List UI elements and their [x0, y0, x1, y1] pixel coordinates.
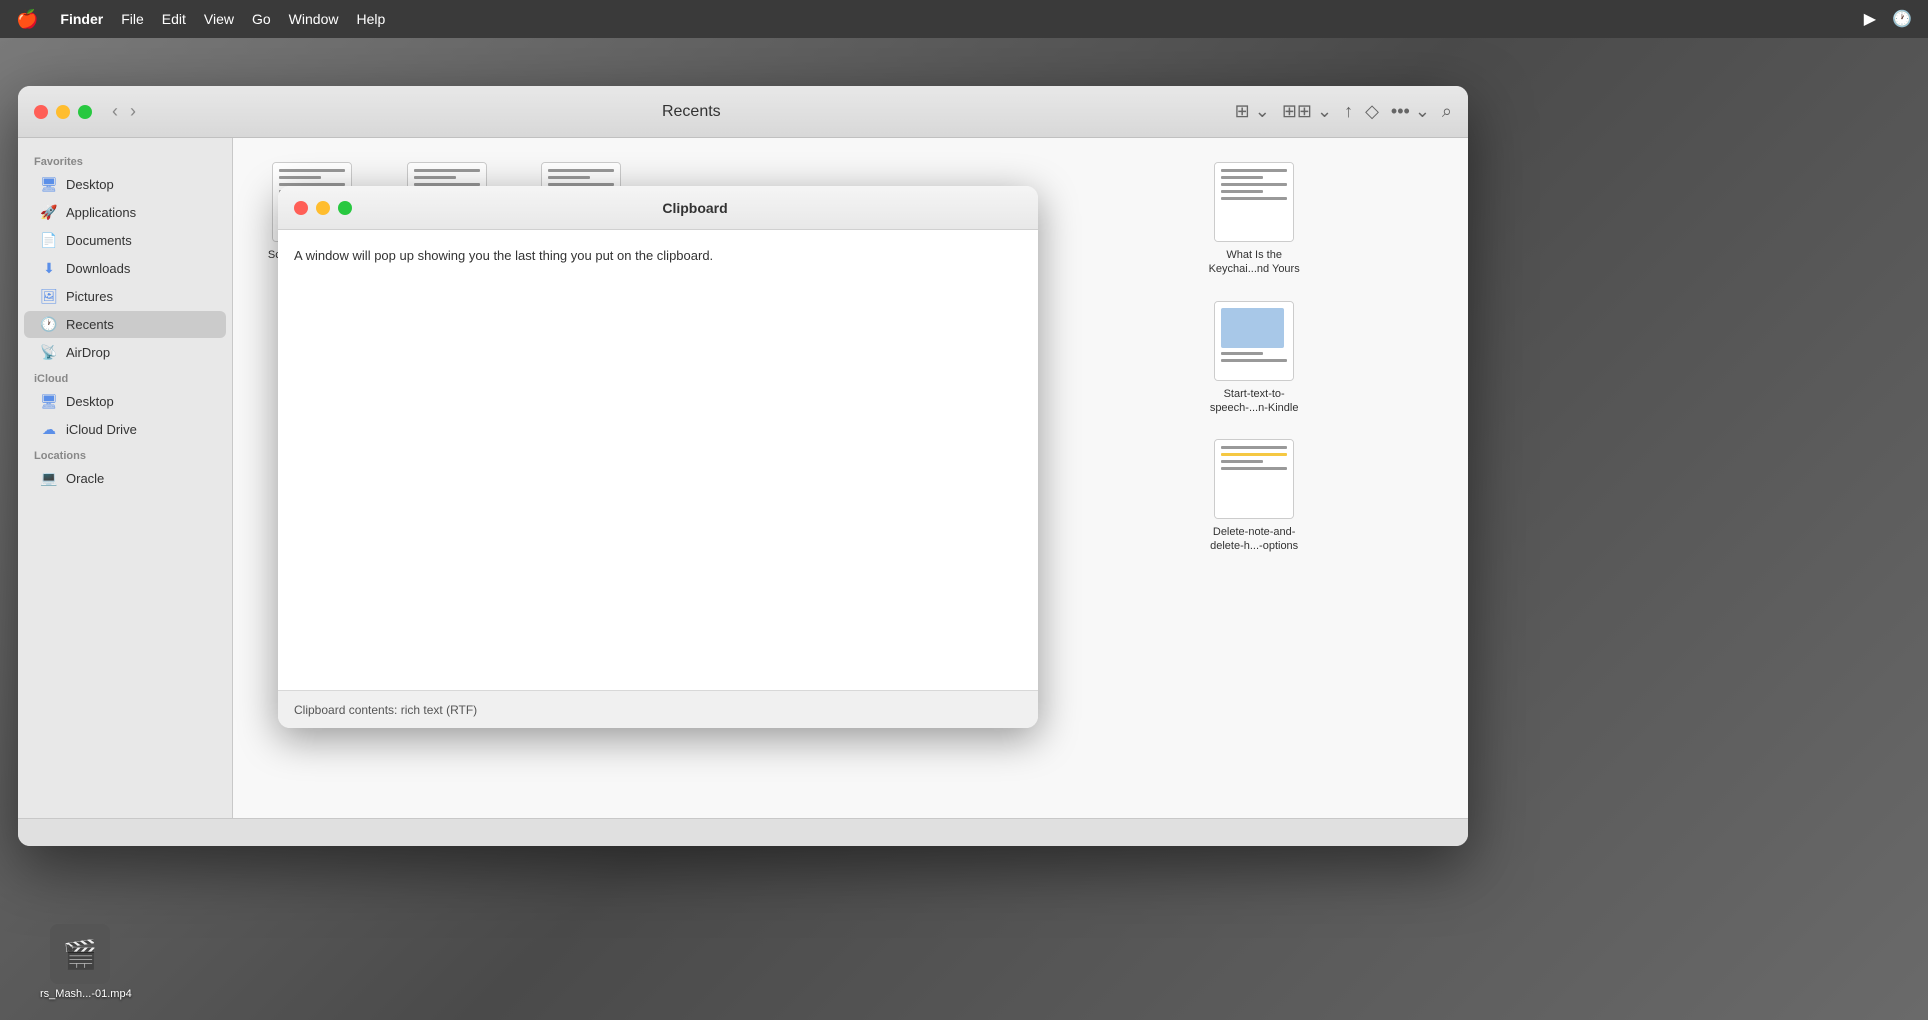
- sidebar-label-recents: Recents: [66, 317, 114, 332]
- menu-help[interactable]: Help: [356, 11, 385, 27]
- file-thumbnail: [1214, 439, 1294, 519]
- file-thumbnail: [1214, 301, 1294, 381]
- sidebar-item-applications[interactable]: 🚀 Applications: [24, 199, 226, 226]
- airdrop-icon: 📡: [40, 344, 58, 361]
- sidebar-item-icloud-drive[interactable]: ☁ iCloud Drive: [24, 416, 226, 443]
- sidebar-label-icloud-drive: iCloud Drive: [66, 422, 137, 437]
- icloud-drive-icon: ☁: [40, 421, 58, 438]
- finder-nav: ‹ ›: [108, 101, 140, 122]
- menu-view[interactable]: View: [204, 11, 234, 27]
- desktop-icon: 🖥: [40, 176, 58, 193]
- menu-finder[interactable]: Finder: [60, 11, 103, 27]
- clipboard-close-button[interactable]: [294, 201, 308, 215]
- finder-toolbar-right: ⊞ ⌄ ⊞⊞ ⌄ ↑ ◇ ••• ⌄ ⌕: [1235, 101, 1452, 122]
- applications-icon: 🚀: [40, 204, 58, 221]
- sidebar-label-oracle: Oracle: [66, 471, 104, 486]
- icloud-desktop-icon: 🖥: [40, 393, 58, 410]
- sidebar-item-pictures[interactable]: 🖼 Pictures: [24, 283, 226, 310]
- clipboard-contents-text: Clipboard contents: rich text (RTF): [294, 703, 477, 717]
- downloads-icon: ⬇: [40, 260, 58, 277]
- back-button[interactable]: ‹: [108, 101, 122, 122]
- finder-title: Recents: [148, 103, 1235, 121]
- menu-go[interactable]: Go: [252, 11, 271, 27]
- favorites-section-title: Favorites: [18, 150, 232, 170]
- search-icon[interactable]: ⌕: [1442, 101, 1452, 122]
- menu-bar: 🍎 Finder File Edit View Go Window Help ▶…: [0, 0, 1928, 38]
- sidebar-item-downloads[interactable]: ⬇ Downloads: [24, 255, 226, 282]
- minimize-button[interactable]: [56, 105, 70, 119]
- clipboard-window-controls: [294, 201, 352, 215]
- sidebar-item-recents[interactable]: 🕐 Recents: [24, 311, 226, 338]
- file-name: Delete-note-and- delete-h...-options: [1204, 525, 1304, 554]
- view-group-icon[interactable]: ⊞⊞ ⌄: [1282, 101, 1332, 122]
- play-icon[interactable]: ▶: [1864, 9, 1876, 29]
- more-options-icon[interactable]: ••• ⌄: [1391, 101, 1430, 122]
- file-item[interactable]: Start-text-to- speech-...n-Kindle: [1191, 293, 1318, 424]
- view-grid-icon[interactable]: ⊞ ⌄: [1235, 101, 1270, 122]
- clipboard-minimize-button[interactable]: [316, 201, 330, 215]
- sidebar-item-airdrop[interactable]: 📡 AirDrop: [24, 339, 226, 366]
- menu-bar-right: ▶ 🕐: [1864, 9, 1912, 29]
- desktop-file-item[interactable]: 🎬 rs_Mash...-01.mp4: [40, 924, 120, 1000]
- clock-icon[interactable]: 🕐: [1892, 9, 1912, 29]
- sidebar-label-icloud-desktop: Desktop: [66, 394, 114, 409]
- forward-button[interactable]: ›: [126, 101, 140, 122]
- clipboard-titlebar: Clipboard: [278, 186, 1038, 230]
- menu-window[interactable]: Window: [289, 11, 339, 27]
- file-item[interactable]: What Is the Keychai...nd Yours: [1191, 154, 1318, 285]
- clipboard-footer: Clipboard contents: rich text (RTF): [278, 690, 1038, 728]
- clipboard-maximize-button[interactable]: [338, 201, 352, 215]
- clipboard-title: Clipboard: [368, 200, 1022, 216]
- desktop-background: ‹ › Recents ⊞ ⌄ ⊞⊞ ⌄ ↑ ◇ ••• ⌄ ⌕ Favorit…: [0, 38, 1928, 1020]
- recents-icon: 🕐: [40, 316, 58, 333]
- close-button[interactable]: [34, 105, 48, 119]
- file-name: What Is the Keychai...nd Yours: [1204, 248, 1304, 277]
- maximize-button[interactable]: [78, 105, 92, 119]
- clipboard-description: A window will pop up showing you the las…: [294, 246, 1022, 266]
- clipboard-body: A window will pop up showing you the las…: [278, 230, 1038, 690]
- file-item[interactable]: Delete-note-and- delete-h...-options: [1191, 431, 1318, 562]
- apple-menu-icon[interactable]: 🍎: [16, 9, 38, 30]
- sidebar-label-applications: Applications: [66, 205, 136, 220]
- pictures-icon: 🖼: [40, 288, 58, 305]
- desktop-file-label: rs_Mash...-01.mp4: [40, 988, 120, 1000]
- file-thumbnail: [1214, 162, 1294, 242]
- sidebar-item-oracle[interactable]: 💻 Oracle: [24, 465, 226, 492]
- documents-icon: 📄: [40, 232, 58, 249]
- menu-file[interactable]: File: [121, 11, 144, 27]
- sidebar-item-desktop[interactable]: 🖥 Desktop: [24, 171, 226, 198]
- oracle-icon: 💻: [40, 470, 58, 487]
- share-icon[interactable]: ↑: [1344, 101, 1353, 122]
- desktop-file-icon: 🎬: [50, 924, 110, 984]
- finder-titlebar: ‹ › Recents ⊞ ⌄ ⊞⊞ ⌄ ↑ ◇ ••• ⌄ ⌕: [18, 86, 1468, 138]
- clipboard-popup: Clipboard A window will pop up showing y…: [278, 186, 1038, 728]
- menu-edit[interactable]: Edit: [162, 11, 186, 27]
- locations-section-title: Locations: [18, 444, 232, 464]
- tag-icon[interactable]: ◇: [1365, 101, 1379, 122]
- sidebar-label-downloads: Downloads: [66, 261, 130, 276]
- sidebar-item-icloud-desktop[interactable]: 🖥 Desktop: [24, 388, 226, 415]
- sidebar: Favorites 🖥 Desktop 🚀 Applications 📄 Doc…: [18, 138, 233, 818]
- window-controls: [34, 105, 92, 119]
- sidebar-item-documents[interactable]: 📄 Documents: [24, 227, 226, 254]
- sidebar-label-airdrop: AirDrop: [66, 345, 110, 360]
- sidebar-label-desktop: Desktop: [66, 177, 114, 192]
- sidebar-label-pictures: Pictures: [66, 289, 113, 304]
- finder-statusbar: [18, 818, 1468, 846]
- file-name: Start-text-to- speech-...n-Kindle: [1204, 387, 1304, 416]
- sidebar-label-documents: Documents: [66, 233, 132, 248]
- icloud-section-title: iCloud: [18, 367, 232, 387]
